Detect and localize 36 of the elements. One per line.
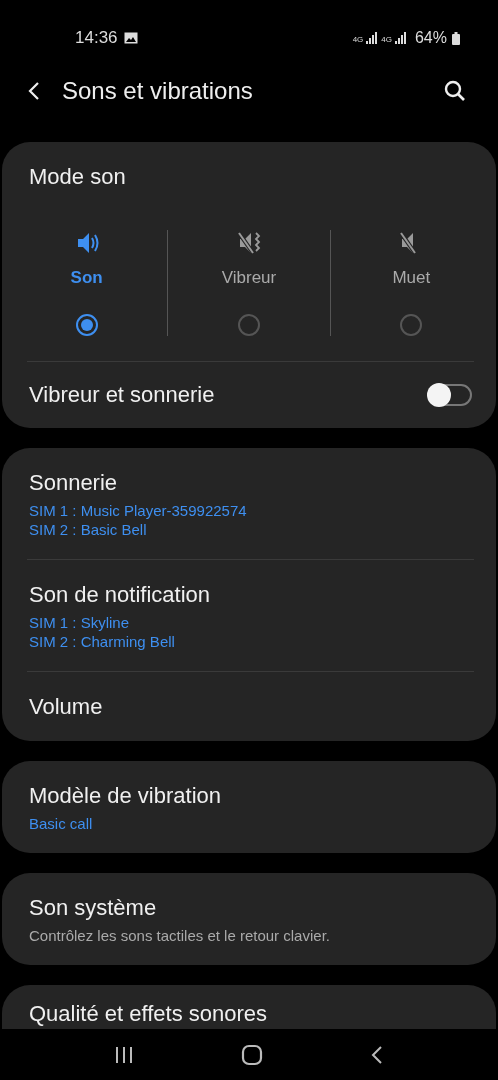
setting-value: SIM 1 : Music Player-359922574 xyxy=(29,502,248,519)
mode-label: Son xyxy=(70,268,103,288)
network-type: 4G xyxy=(352,35,364,44)
setting-title[interactable]: Qualité et effets sonores xyxy=(29,1001,472,1027)
search-icon xyxy=(444,80,466,102)
page-title: Sons et vibrations xyxy=(62,77,254,105)
signal-icon xyxy=(394,32,407,44)
setting-title[interactable]: Son de notification xyxy=(29,582,472,608)
setting-title[interactable]: Sonnerie xyxy=(29,470,472,496)
setting-label: Vibreur et sonnerie xyxy=(29,382,215,408)
back-icon xyxy=(28,81,40,101)
setting-value: SIM 2 : Charming Bell xyxy=(29,633,176,650)
network-type: 4G xyxy=(381,35,392,44)
battery-icon xyxy=(452,31,460,45)
toggle-switch[interactable] xyxy=(430,384,472,406)
setting-value: SIM 2 : Basic Bell xyxy=(29,521,148,538)
setting-value: Basic call xyxy=(29,815,94,832)
muted-speaker-icon xyxy=(237,230,261,256)
radio-button[interactable] xyxy=(238,314,260,336)
setting-title[interactable]: Modèle de vibration xyxy=(29,783,472,809)
section-title: Mode son xyxy=(29,163,127,190)
setting-title[interactable]: Son système xyxy=(29,895,472,921)
radio-button[interactable] xyxy=(400,314,423,336)
image-icon xyxy=(123,32,138,44)
mode-label: Muet xyxy=(392,268,431,288)
setting-value: SIM 1 : Skyline xyxy=(29,614,131,631)
back-icon xyxy=(370,1044,385,1065)
mode-label: Vibreur xyxy=(221,268,277,288)
home-icon xyxy=(241,1043,263,1066)
battery-level: 64% xyxy=(414,29,447,47)
signal-icon xyxy=(366,32,379,44)
radio-button[interactable] xyxy=(75,314,98,336)
status-time: 14:36 xyxy=(75,28,118,48)
setting-title[interactable]: Volume xyxy=(29,694,472,720)
setting-description: Contrôlez les sons tactiles et le retour clavier. xyxy=(29,927,331,944)
recents-icon xyxy=(113,1044,134,1065)
